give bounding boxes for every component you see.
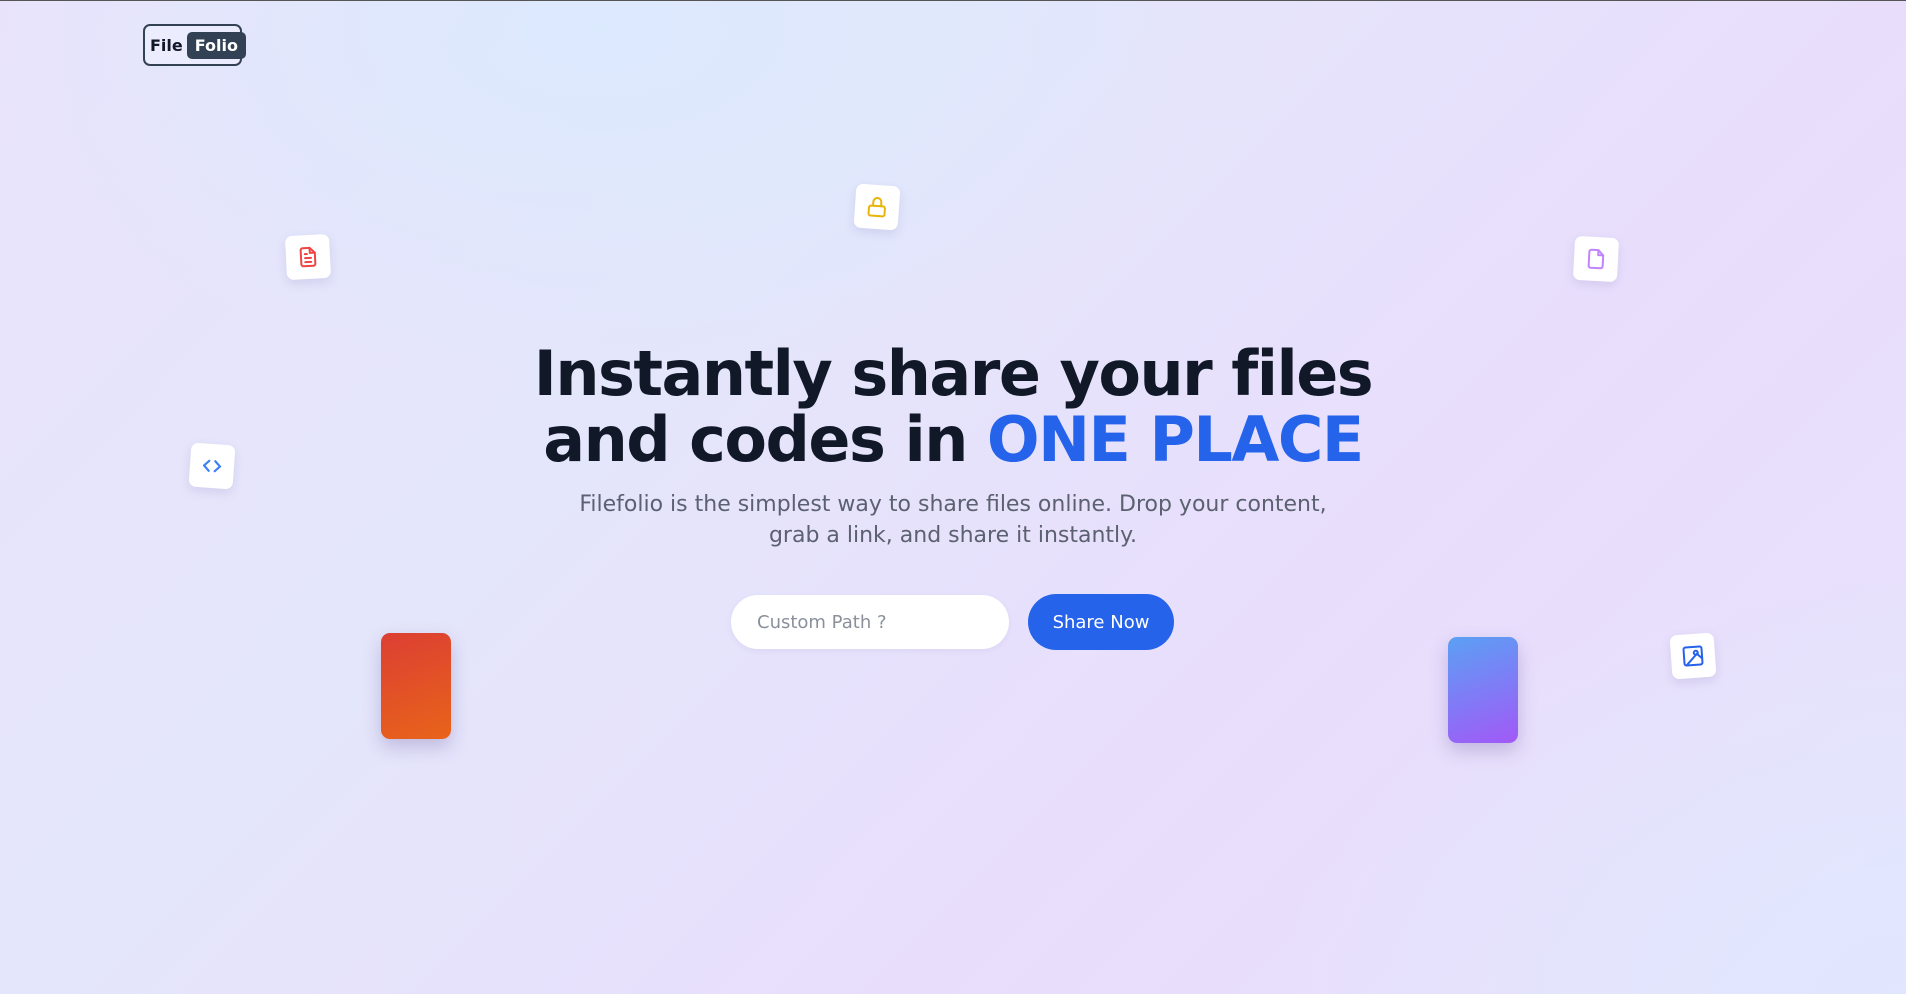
share-form: Share Now xyxy=(731,594,1174,650)
decorative-card-purple xyxy=(1448,637,1518,743)
hero-subtitle: Filefolio is the simplest way to share f… xyxy=(579,492,1327,548)
document-text-icon xyxy=(284,233,332,281)
file-icon xyxy=(1572,235,1620,283)
headline-line2-prefix: and codes in xyxy=(543,403,987,476)
logo-file-text: File xyxy=(150,35,183,55)
hero-headline: Instantly share your files and codes in … xyxy=(0,341,1906,473)
custom-path-input[interactable] xyxy=(731,595,1009,649)
image-icon xyxy=(1669,632,1717,680)
headline-accent: ONE PLACE xyxy=(986,403,1364,476)
decorative-card-orange xyxy=(381,633,451,739)
logo[interactable]: File Folio xyxy=(143,24,246,66)
logo-folio-badge: Folio xyxy=(186,31,246,59)
lock-icon xyxy=(853,183,901,231)
hero: Instantly share your files and codes in … xyxy=(0,341,1906,551)
headline-line1: Instantly share your files xyxy=(533,337,1374,410)
share-now-button[interactable]: Share Now xyxy=(1028,594,1174,650)
